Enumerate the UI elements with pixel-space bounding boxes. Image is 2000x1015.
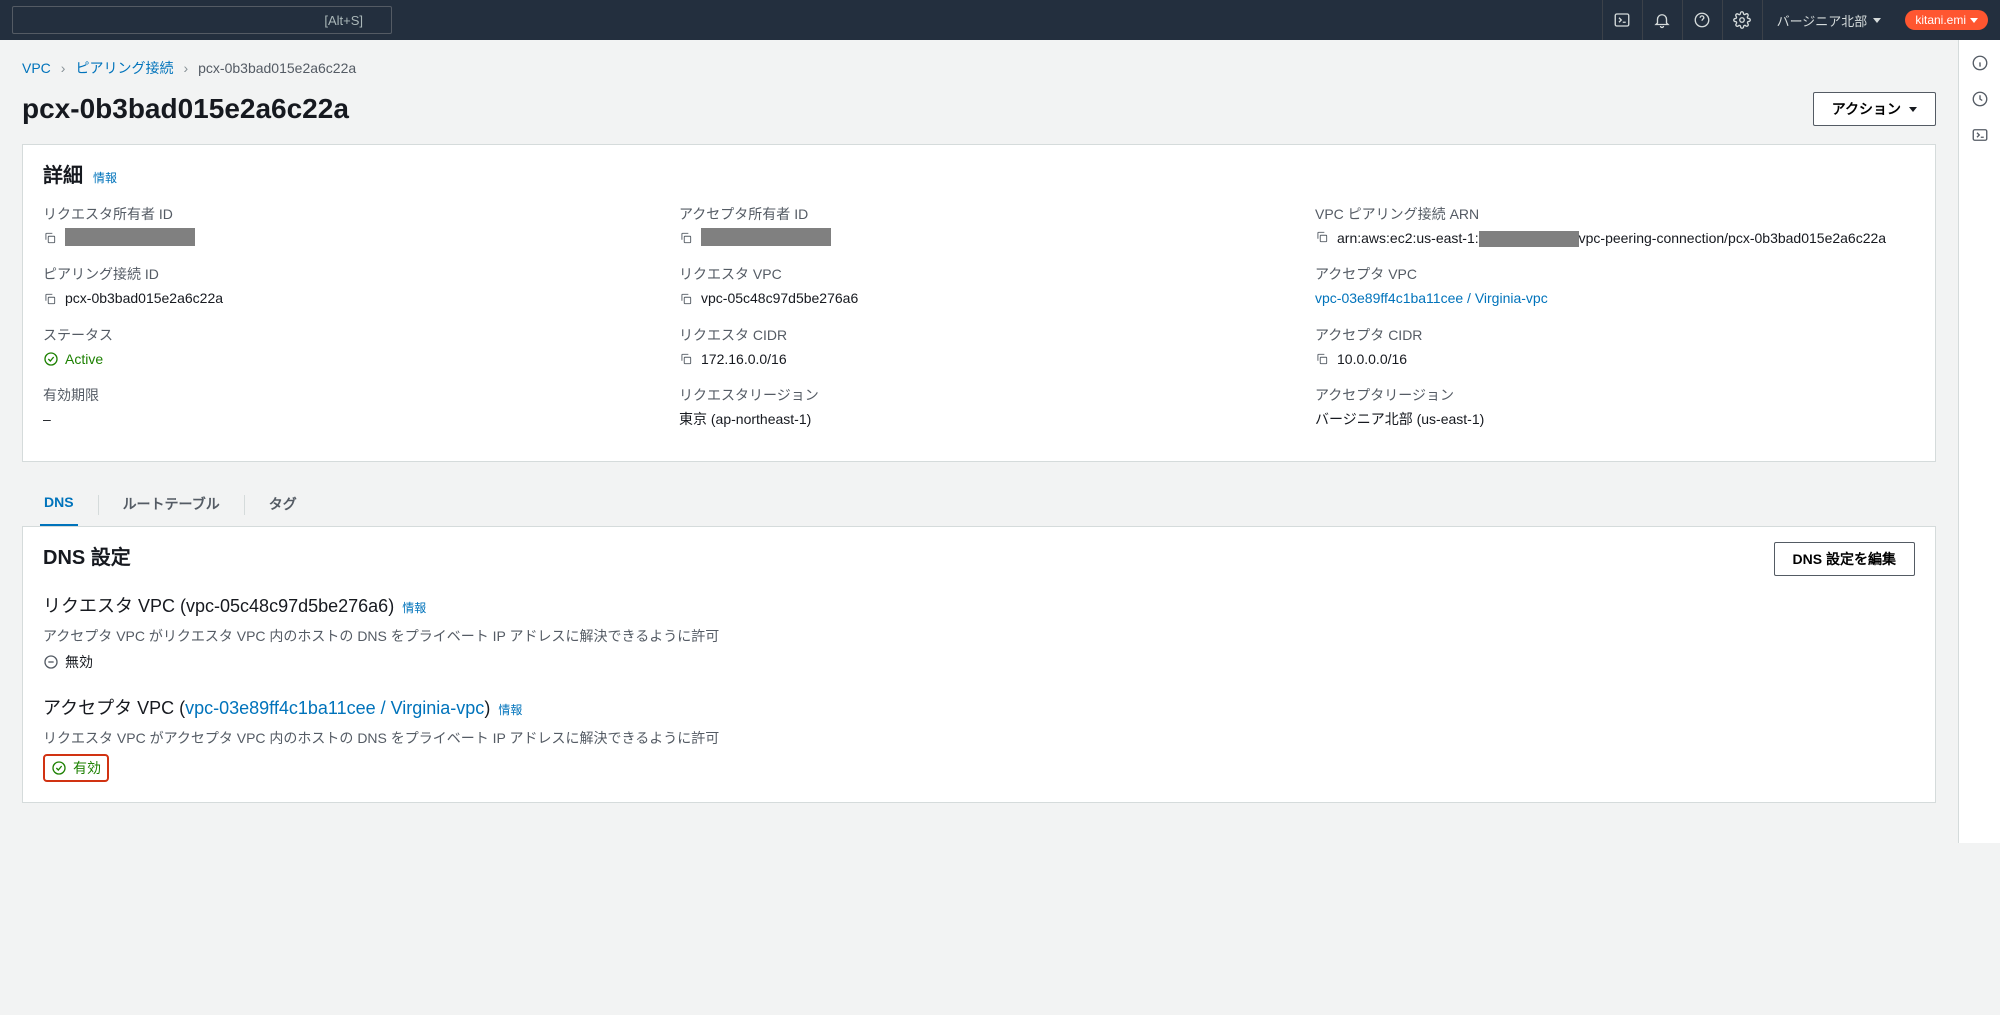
requester-cidr-label: リクエスタ CIDR (679, 325, 1279, 345)
copy-icon[interactable] (679, 230, 695, 246)
accepter-cidr-value: 10.0.0.0/16 (1337, 349, 1407, 369)
accepter-vpc-link[interactable]: vpc-03e89ff4c1ba11cee / Virginia-vpc (185, 698, 484, 718)
arn-label: VPC ピアリング接続 ARN (1315, 204, 1915, 224)
requester-region-label: リクエスタリージョン (679, 385, 1279, 405)
highlight-box: 有効 (43, 754, 109, 782)
accepter-vpc-link[interactable]: vpc-03e89ff4c1ba11cee / Virginia-vpc (1315, 288, 1548, 308)
actions-button[interactable]: アクション (1813, 92, 1936, 126)
requester-cidr-value: 172.16.0.0/16 (701, 349, 787, 369)
tab-separator (244, 495, 245, 515)
search-shortcut-hint: [Alt+S] (324, 13, 363, 28)
edit-dns-button[interactable]: DNS 設定を編集 (1774, 542, 1915, 576)
cloudshell-icon[interactable] (1602, 0, 1642, 40)
redacted-value (65, 228, 195, 246)
redacted-value (1479, 231, 1579, 247)
chevron-right-icon: › (61, 60, 66, 76)
info-circle-icon[interactable] (1971, 54, 1989, 72)
help-icon[interactable] (1682, 0, 1722, 40)
chevron-down-icon (1970, 18, 1978, 23)
copy-icon[interactable] (1315, 351, 1331, 367)
settings-icon[interactable] (1722, 0, 1762, 40)
expiration-value: – (43, 409, 643, 429)
breadcrumb-parent[interactable]: ピアリング接続 (75, 58, 173, 78)
status-label: ステータス (43, 325, 643, 345)
breadcrumb-current: pcx-0b3bad015e2a6c22a (198, 60, 356, 76)
copy-icon[interactable] (1315, 229, 1331, 245)
global-topbar: [Alt+S] バージニア北部 kitani.emi (0, 0, 2000, 40)
actions-label: アクション (1832, 99, 1901, 119)
accepter-region-value: バージニア北部 (us-east-1) (1315, 409, 1915, 429)
dns-accepter-status: 有効 (51, 758, 101, 778)
history-icon[interactable] (1971, 90, 1989, 108)
tab-bar: DNS ルートテーブル タグ (22, 484, 1936, 527)
dns-accepter-title: アクセプタ VPC (vpc-03e89ff4c1ba11cee / Virgi… (43, 694, 1915, 720)
peering-id-label: ピアリング接続 ID (43, 264, 643, 284)
cloudshell-icon[interactable] (1971, 126, 1989, 144)
region-selector[interactable]: バージニア北部 (1762, 0, 1896, 40)
minus-circle-icon (43, 654, 59, 670)
peering-id-value: pcx-0b3bad015e2a6c22a (65, 288, 223, 308)
copy-icon[interactable] (43, 291, 59, 307)
check-circle-icon (51, 760, 67, 776)
requester-vpc-label: リクエスタ VPC (679, 264, 1279, 284)
dns-title: DNS 設定 (43, 541, 131, 570)
info-link[interactable]: 情報 (498, 701, 522, 718)
accepter-owner-label: アクセプタ所有者 ID (679, 204, 1279, 224)
search-input[interactable]: [Alt+S] (12, 6, 392, 34)
right-tools-rail (1958, 40, 2000, 843)
dns-panel: DNS 設定 DNS 設定を編集 リクエスタ VPC (vpc-05c48c97… (22, 527, 1936, 803)
details-panel: 詳細 情報 リクエスタ所有者 ID アクセプタ所有者 ID (22, 144, 1936, 462)
dns-requester-status: 無効 (43, 652, 1915, 672)
copy-icon[interactable] (43, 230, 59, 246)
dns-requester-title: リクエスタ VPC (vpc-05c48c97d5be276a6) 情報 (43, 592, 1915, 618)
tab-tags[interactable]: タグ (265, 484, 301, 526)
tab-route-tables[interactable]: ルートテーブル (119, 484, 224, 526)
arn-value: arn:aws:ec2:us-east-1:vpc-peering-connec… (1337, 228, 1886, 248)
dns-requester-desc: アクセプタ VPC がリクエスタ VPC 内のホストの DNS をプライベート … (43, 626, 1915, 646)
tab-separator (98, 495, 99, 515)
redacted-value (701, 228, 831, 246)
check-circle-icon (43, 351, 59, 367)
user-label: kitani.emi (1915, 13, 1966, 27)
copy-icon[interactable] (679, 351, 695, 367)
details-title: 詳細 (43, 159, 83, 188)
breadcrumb-root[interactable]: VPC (22, 60, 51, 76)
info-link[interactable]: 情報 (402, 599, 426, 616)
requester-owner-label: リクエスタ所有者 ID (43, 204, 643, 224)
info-link[interactable]: 情報 (93, 169, 117, 186)
page-title: pcx-0b3bad015e2a6c22a (22, 93, 349, 125)
accepter-cidr-label: アクセプタ CIDR (1315, 325, 1915, 345)
tab-dns[interactable]: DNS (40, 484, 78, 526)
account-menu[interactable]: kitani.emi (1905, 10, 1988, 30)
region-label: バージニア北部 (1777, 11, 1868, 30)
accepter-vpc-label: アクセプタ VPC (1315, 264, 1915, 284)
notifications-icon[interactable] (1642, 0, 1682, 40)
chevron-down-icon (1873, 18, 1881, 23)
requester-vpc-value: vpc-05c48c97d5be276a6 (701, 288, 858, 308)
accepter-region-label: アクセプタリージョン (1315, 385, 1915, 405)
expiration-label: 有効期限 (43, 385, 643, 405)
status-value: Active (43, 349, 643, 369)
requester-region-value: 東京 (ap-northeast-1) (679, 409, 1279, 429)
chevron-down-icon (1909, 107, 1917, 112)
breadcrumb: VPC › ピアリング接続 › pcx-0b3bad015e2a6c22a (22, 58, 1936, 78)
chevron-right-icon: › (183, 60, 188, 76)
dns-accepter-desc: リクエスタ VPC がアクセプタ VPC 内のホストの DNS をプライベート … (43, 728, 1915, 748)
copy-icon[interactable] (679, 291, 695, 307)
